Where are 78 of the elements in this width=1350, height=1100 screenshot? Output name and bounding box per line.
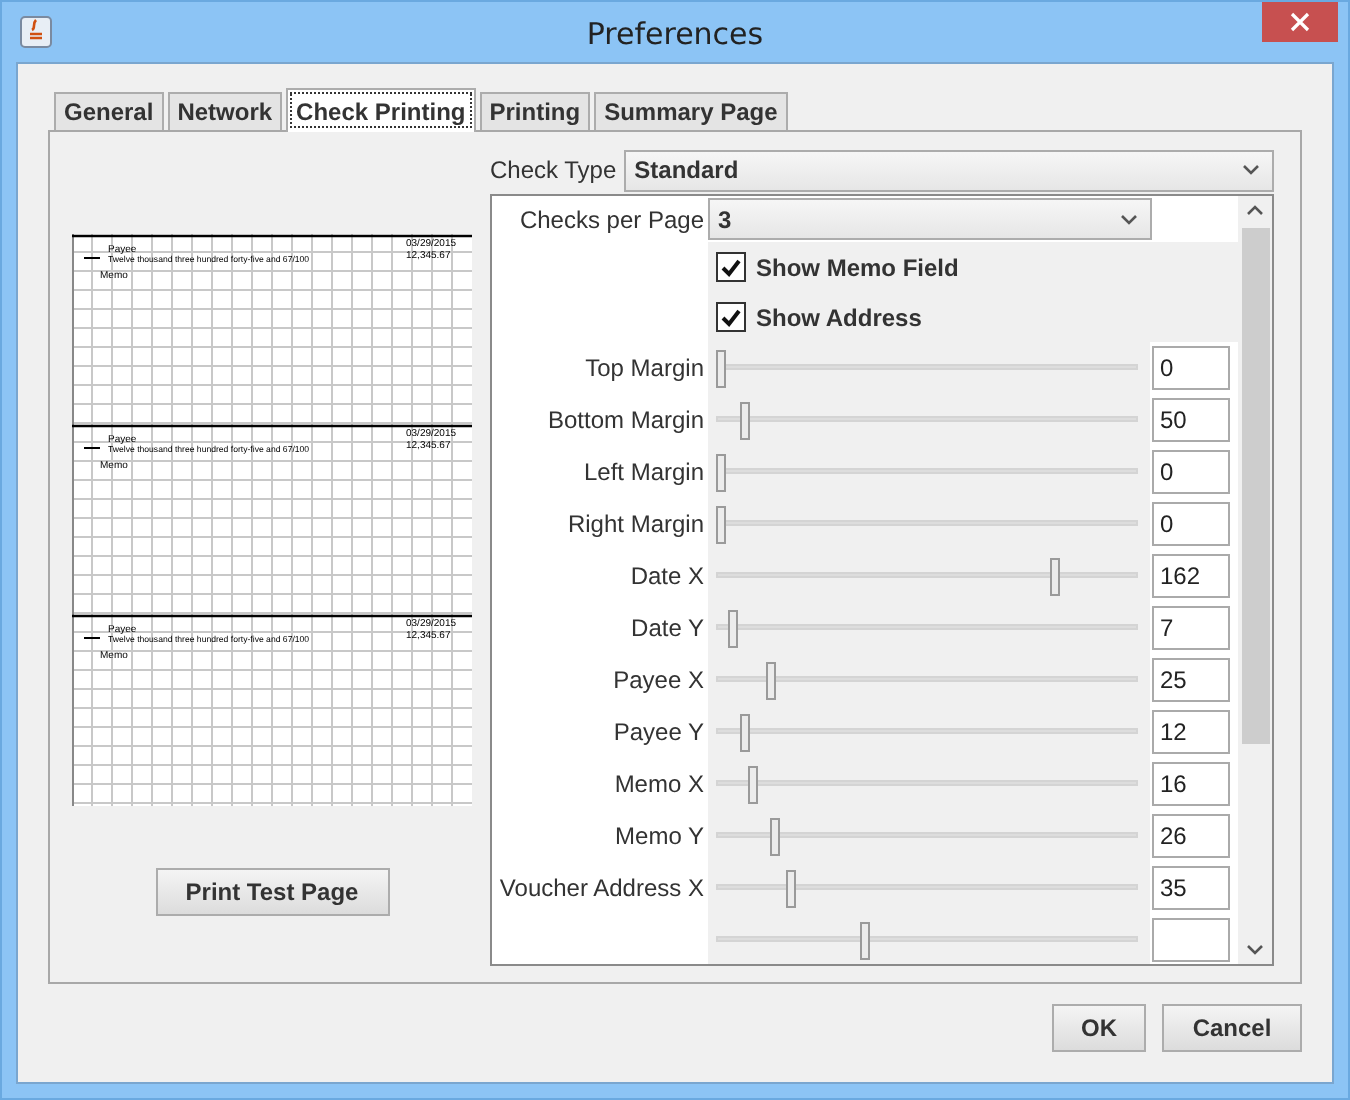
scroll-down-icon[interactable] (1246, 944, 1264, 956)
setting-label: Date X (630, 562, 704, 590)
slider-thumb[interactable] (769, 817, 780, 855)
slider[interactable] (716, 557, 1138, 595)
setting-label: Bottom Margin (547, 406, 704, 434)
checkbox-label: Show Memo Field (756, 253, 959, 281)
close-button[interactable] (1262, 2, 1338, 42)
payee-line (83, 447, 101, 449)
slider[interactable] (716, 505, 1138, 543)
slider[interactable] (716, 609, 1138, 647)
slider[interactable] (716, 661, 1138, 699)
setting-label: Checks per Page (519, 205, 704, 233)
slider[interactable] (716, 453, 1138, 491)
payee-line (83, 637, 101, 639)
number-field[interactable]: 50 (1152, 398, 1230, 442)
slider-thumb[interactable] (740, 713, 751, 751)
slider-thumb[interactable] (748, 765, 759, 803)
setting-label: Left Margin (583, 458, 704, 486)
app-icon (20, 16, 52, 48)
slider-thumb[interactable] (765, 661, 776, 699)
caret-icon (1242, 164, 1260, 176)
number-field[interactable]: 0 (1152, 450, 1230, 494)
setting-label: Payee X (613, 666, 704, 694)
number-field[interactable]: 16 (1152, 762, 1230, 806)
setting-label: Memo Y (615, 822, 704, 850)
slider-thumb[interactable] (860, 921, 871, 959)
caret-icon (1120, 213, 1138, 225)
slider[interactable] (716, 921, 1138, 959)
tab[interactable]: Check Printing (286, 88, 476, 132)
vertical-scrollbar[interactable] (1238, 196, 1272, 964)
dropdown-value: 3 (718, 205, 732, 233)
cancel-button[interactable]: Cancel (1162, 1004, 1302, 1052)
close-icon (1290, 12, 1310, 32)
dropdown-value: Standard (634, 156, 739, 184)
setting-label: Right Margin (567, 510, 704, 538)
slider-thumb[interactable] (716, 349, 726, 387)
slider-thumb[interactable] (728, 609, 739, 647)
number-field[interactable]: 0 (1152, 346, 1230, 390)
scroll-up-icon[interactable] (1246, 204, 1264, 216)
print-test-page-button[interactable]: Print Test Page (155, 868, 389, 916)
slider-thumb[interactable] (716, 505, 726, 543)
slider-thumb[interactable] (716, 453, 726, 491)
setting-label: Top Margin (585, 354, 704, 382)
slider[interactable] (716, 713, 1138, 751)
slider[interactable] (716, 401, 1138, 439)
window-title: Preferences (584, 16, 766, 52)
slider-thumb[interactable] (1049, 557, 1060, 595)
slider[interactable] (716, 869, 1138, 907)
slider[interactable] (716, 817, 1138, 855)
scrollbar-thumb[interactable] (1241, 228, 1269, 744)
number-field[interactable]: 7 (1152, 606, 1230, 650)
setting-label: Memo X (614, 770, 704, 798)
checkbox-label: Show Address (756, 303, 922, 331)
tab[interactable]: Network (167, 92, 283, 130)
setting-label: Payee Y (613, 718, 704, 746)
number-field[interactable]: 35 (1152, 866, 1230, 910)
slider[interactable] (716, 765, 1138, 803)
tab[interactable]: Printing (479, 92, 591, 130)
check-type-dropdown[interactable]: Standard (624, 149, 1274, 191)
checks-per-page-dropdown[interactable]: 3 (708, 198, 1152, 240)
number-field[interactable] (1152, 918, 1230, 962)
number-field[interactable]: 25 (1152, 658, 1230, 702)
number-field[interactable]: 162 (1152, 554, 1230, 598)
number-field[interactable]: 0 (1152, 502, 1230, 546)
slider[interactable] (716, 349, 1138, 387)
slider-thumb[interactable] (786, 869, 797, 907)
check-type-label: Check Type (490, 156, 617, 184)
ok-button[interactable]: OK (1052, 1004, 1146, 1052)
number-field[interactable]: 12 (1152, 710, 1230, 754)
checkbox[interactable] (716, 252, 746, 282)
checkbox[interactable] (716, 302, 746, 332)
setting-label: Date Y (631, 614, 704, 642)
number-field[interactable]: 26 (1152, 814, 1230, 858)
payee-line (83, 257, 101, 259)
slider-thumb[interactable] (740, 401, 751, 439)
setting-label: Voucher Address X (499, 874, 704, 902)
tab[interactable]: General (54, 92, 164, 130)
tab[interactable]: Summary Page (594, 92, 788, 130)
